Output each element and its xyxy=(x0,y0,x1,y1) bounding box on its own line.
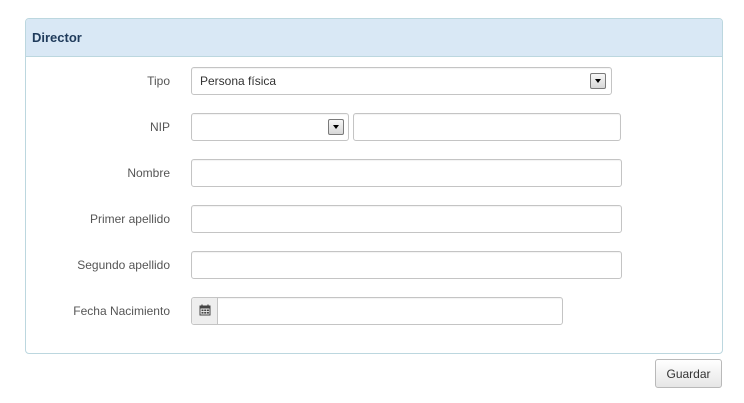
nombre-input[interactable] xyxy=(191,159,622,187)
chevron-down-icon[interactable] xyxy=(590,73,606,89)
director-panel: Director Tipo Persona física NIP Nombre … xyxy=(25,18,723,354)
tipo-label: Tipo xyxy=(147,74,170,88)
tipo-selected-value: Persona física xyxy=(200,74,277,88)
nip-label: NIP xyxy=(149,120,170,134)
segundo-apellido-label: Segundo apellido xyxy=(77,258,170,272)
calendar-icon-glyph xyxy=(199,304,211,316)
segundo-apellido-input[interactable] xyxy=(191,251,622,279)
primer-apellido-row: Primer apellido xyxy=(26,205,722,233)
fecha-nacimiento-input[interactable] xyxy=(191,297,563,325)
guardar-button[interactable]: Guardar xyxy=(655,359,722,388)
nip-row: NIP xyxy=(26,113,722,141)
calendar-icon[interactable] xyxy=(192,298,218,324)
nip-type-select[interactable] xyxy=(191,113,349,141)
fecha-nacimiento-label: Fecha Nacimiento xyxy=(73,304,170,318)
panel-title: Director xyxy=(26,19,722,57)
tipo-row: Tipo Persona física xyxy=(26,67,722,95)
nip-number-input[interactable] xyxy=(353,113,621,141)
nombre-row: Nombre xyxy=(26,159,722,187)
primer-apellido-label: Primer apellido xyxy=(89,212,170,226)
segundo-apellido-row: Segundo apellido xyxy=(26,251,722,279)
nombre-label: Nombre xyxy=(127,166,170,180)
primer-apellido-input[interactable] xyxy=(191,205,622,233)
fecha-nacimiento-row: Fecha Nacimiento xyxy=(26,297,722,325)
tipo-select[interactable]: Persona física xyxy=(191,67,612,95)
chevron-down-icon[interactable] xyxy=(328,119,344,135)
